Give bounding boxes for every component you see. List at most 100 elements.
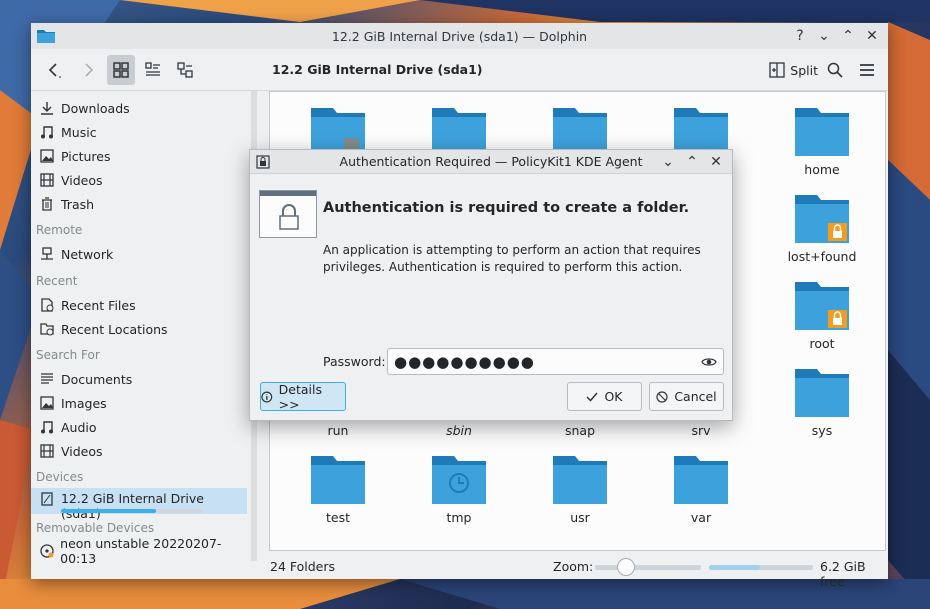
section-header-search: Search For xyxy=(36,348,100,362)
folder-sys[interactable]: sys xyxy=(767,365,877,445)
free-space-label: 6.2 GiB free xyxy=(820,559,866,589)
drive-capacity-bar xyxy=(61,509,203,513)
sidebar-item-recent-files[interactable]: Recent Files xyxy=(31,294,247,316)
folder-lost-found[interactable]: lost+found xyxy=(767,191,877,271)
section-header-recent: Recent xyxy=(36,274,78,288)
folder-root[interactable]: root xyxy=(767,278,877,358)
zoom-slider[interactable] xyxy=(595,565,701,570)
folder-home[interactable]: home xyxy=(767,104,877,184)
lock-icon xyxy=(259,190,317,238)
section-header-devices: Devices xyxy=(36,470,84,484)
image-icon xyxy=(39,395,55,411)
checkmark-icon xyxy=(586,392,599,402)
sidebar-item-trash[interactable]: Trash xyxy=(31,193,247,215)
sidebar-item-search-audio[interactable]: Audio xyxy=(31,416,247,438)
zoom-slider-handle[interactable] xyxy=(617,558,635,576)
hard-drive-icon xyxy=(39,491,55,507)
split-button[interactable]: Split xyxy=(769,59,818,81)
location-breadcrumb[interactable]: 12.2 GiB Internal Drive (sda1) xyxy=(272,62,483,77)
sidebar-item-label: Documents xyxy=(61,371,133,387)
sidebar-item-label: Videos xyxy=(61,443,103,459)
details-view-button[interactable] xyxy=(171,55,199,85)
maximize-button[interactable]: ⌃ xyxy=(838,26,858,46)
document-icon xyxy=(39,371,55,387)
sidebar-item-recent-locations[interactable]: Recent Locations xyxy=(31,318,247,340)
sidebar-item-label: Trash xyxy=(61,196,95,212)
sidebar-item-label: 12.2 GiB Internal Drive (sda1) xyxy=(60,491,204,521)
back-button[interactable] xyxy=(41,55,67,85)
download-icon xyxy=(39,100,55,116)
sidebar-item-label: Videos xyxy=(61,172,103,188)
ok-button[interactable]: OK xyxy=(567,382,642,411)
sidebar-item-search-videos[interactable]: Videos xyxy=(31,440,247,462)
sidebar-item-network[interactable]: Network xyxy=(31,243,247,265)
sidebar-item-removable-device[interactable]: neon unstable 20220207-00:13 xyxy=(31,536,247,566)
status-bar: 24 Folders Zoom: 6.2 GiB free xyxy=(269,553,888,589)
lock-dialog-icon xyxy=(256,155,270,169)
split-label: Split xyxy=(790,62,818,78)
locked-folder-icon xyxy=(795,195,849,243)
sidebar-item-label: Downloads xyxy=(61,100,130,116)
close-button[interactable]: ✕ xyxy=(862,26,882,46)
sidebar-item-internal-drive[interactable]: 12.2 GiB Internal Drive (sda1) xyxy=(31,488,247,521)
sidebar-item-search-images[interactable]: Images xyxy=(31,392,247,414)
forward-button[interactable] xyxy=(75,55,101,85)
folder-label: run xyxy=(327,423,349,438)
zoom-label: Zoom: xyxy=(553,559,594,574)
sidebar-item-pictures[interactable]: Pictures xyxy=(31,145,247,167)
locked-folder-icon xyxy=(795,282,849,330)
sidebar-item-videos[interactable]: Videos xyxy=(31,169,247,191)
free-space-bar xyxy=(709,565,813,570)
folder-icon xyxy=(674,456,728,504)
sidebar-item-label: Network xyxy=(61,246,114,262)
folder-var[interactable]: var xyxy=(646,452,756,532)
picture-icon xyxy=(39,148,55,164)
help-button[interactable]: ? xyxy=(790,26,810,46)
icons-view-button[interactable] xyxy=(107,55,135,85)
folder-icon xyxy=(795,108,849,156)
compact-view-button[interactable] xyxy=(139,55,167,85)
cancel-label: Cancel xyxy=(674,389,717,404)
search-button[interactable] xyxy=(822,55,848,85)
cancel-button[interactable]: Cancel xyxy=(649,382,724,411)
folder-test[interactable]: test xyxy=(283,452,393,532)
toolbar: 12.2 GiB Internal Drive (sda1) Split xyxy=(31,49,888,91)
section-header-removable: Removable Devices xyxy=(36,521,155,535)
search-icon xyxy=(827,62,843,78)
sidebar-item-label: Images xyxy=(61,395,107,411)
folder-label: tmp xyxy=(446,510,472,525)
folder-label: sys xyxy=(811,423,833,438)
minimize-button[interactable]: ⌄ xyxy=(814,26,834,46)
folder-tmp[interactable]: tmp xyxy=(404,452,514,532)
auth-dialog: Authentication Required — PolicyKit1 KDE… xyxy=(249,149,733,421)
folder-label: var xyxy=(690,510,712,525)
folder-icon xyxy=(553,456,607,504)
drive-capacity-fill xyxy=(61,509,157,513)
sidebar-item-search-documents[interactable]: Documents xyxy=(31,368,247,390)
folder-usr[interactable]: usr xyxy=(525,452,635,532)
password-field[interactable]: ●●●●●●●●●● xyxy=(387,348,724,375)
dialog-titlebar[interactable]: Authentication Required — PolicyKit1 KDE… xyxy=(250,150,732,174)
temp-folder-icon xyxy=(432,456,486,504)
folder-icon xyxy=(795,369,849,417)
dialog-close-button[interactable]: ✕ xyxy=(706,152,726,172)
folder-label: lost+found xyxy=(787,249,857,264)
folder-label: test xyxy=(325,510,350,525)
details-button[interactable]: Details >> xyxy=(260,382,346,412)
password-value: ●●●●●●●●●● xyxy=(394,352,535,371)
show-password-eye-icon[interactable] xyxy=(701,355,717,369)
sidebar-item-music[interactable]: Music xyxy=(31,121,247,143)
sidebar-item-label: Recent Locations xyxy=(61,321,168,337)
ok-label: OK xyxy=(604,389,623,404)
sidebar-item-downloads[interactable]: Downloads xyxy=(31,97,247,119)
dialog-maximize-button[interactable]: ⌃ xyxy=(682,152,702,172)
folder-label: sbin xyxy=(446,423,472,438)
window-titlebar[interactable]: 12.2 GiB Internal Drive (sda1) — Dolphin… xyxy=(31,23,888,49)
music-icon xyxy=(39,124,55,140)
menu-button[interactable] xyxy=(854,55,880,85)
dialog-minimize-button[interactable]: ⌄ xyxy=(658,152,678,172)
folder-label: usr xyxy=(570,510,590,525)
grid-view-icon xyxy=(113,62,129,78)
recent-files-icon xyxy=(39,297,55,313)
info-icon xyxy=(261,391,273,402)
